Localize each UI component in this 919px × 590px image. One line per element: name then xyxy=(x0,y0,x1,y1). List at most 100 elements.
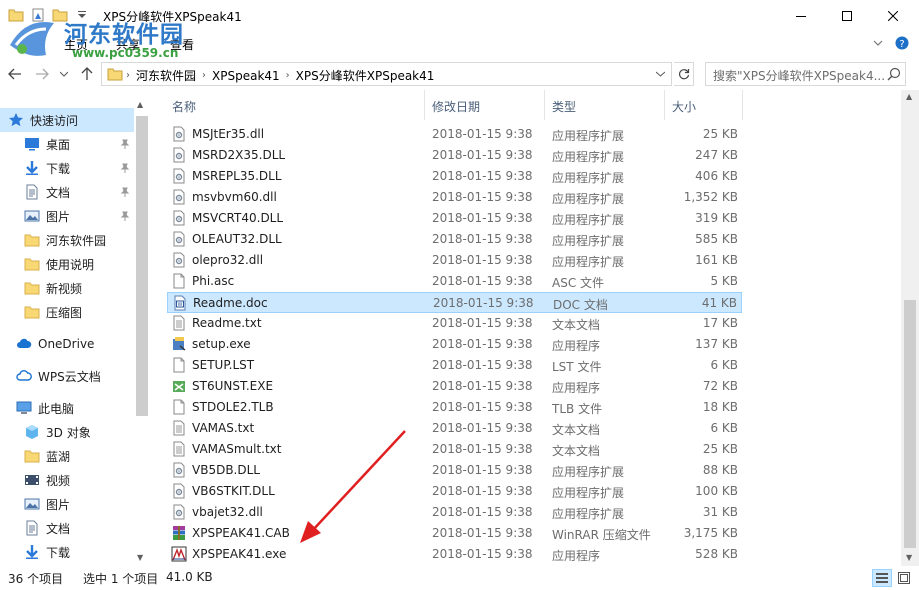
scrollbar-thumb[interactable] xyxy=(136,116,148,416)
column-header-type[interactable]: 类型 xyxy=(552,98,576,115)
file-date: 2018-01-15 9:38 xyxy=(432,442,533,456)
nav-item[interactable]: 文档 xyxy=(0,516,134,540)
file-row[interactable]: MSJtEr35.dll 2018-01-15 9:38 应用程序扩展 25 KB xyxy=(167,124,742,145)
chevron-down-icon[interactable] xyxy=(873,39,883,47)
tab-share[interactable]: 共享 xyxy=(116,36,140,53)
scroll-down-icon[interactable]: ▼ xyxy=(137,553,143,562)
nav-item[interactable]: 图片 xyxy=(0,204,134,228)
scroll-up-icon[interactable]: ▲ xyxy=(137,100,143,109)
file-name: Readme.txt xyxy=(192,316,262,330)
file-row[interactable]: olepro32.dll 2018-01-15 9:38 应用程序扩展 161 KB xyxy=(167,250,742,271)
file-row[interactable]: setup.exe 2018-01-15 9:38 应用程序 137 KB xyxy=(167,334,742,355)
file-row[interactable]: VAMASmult.txt 2018-01-15 9:38 文本文档 25 KB xyxy=(167,439,742,460)
breadcrumb-item[interactable]: 河东软件园 xyxy=(136,67,196,84)
nav-item[interactable]: 此电脑 xyxy=(0,396,134,420)
nav-item[interactable]: 视频 xyxy=(0,468,134,492)
search-input[interactable]: 搜索"XPS分峰软件XPSpeak4... xyxy=(705,62,906,86)
minimize-button[interactable] xyxy=(778,0,824,32)
nav-item[interactable]: OneDrive xyxy=(0,332,134,356)
nav-item[interactable]: WPS云文档 xyxy=(0,364,134,388)
tab-view[interactable]: 查看 xyxy=(170,36,194,53)
customize-toolbar-icon[interactable] xyxy=(74,8,90,22)
nav-item[interactable]: 河东软件园 xyxy=(0,228,134,252)
column-divider[interactable] xyxy=(664,90,665,120)
nav-item[interactable]: 压缩图 xyxy=(0,300,134,324)
file-date: 2018-01-15 9:38 xyxy=(432,484,533,498)
file-row[interactable]: XPSPEAK41.CAB 2018-01-15 9:38 WinRAR 压缩文件 3… xyxy=(167,523,742,544)
chevron-right-icon[interactable]: › xyxy=(286,70,290,81)
file-row[interactable]: ST6UNST.EXE 2018-01-15 9:38 应用程序 72 KB xyxy=(167,376,742,397)
search-icon xyxy=(887,67,901,81)
maximize-button[interactable] xyxy=(824,0,870,32)
file-row[interactable]: VAMAS.txt 2018-01-15 9:38 文本文档 6 KB xyxy=(167,418,742,439)
navigation-scrollbar[interactable]: ▲ ▼ xyxy=(134,98,150,566)
file-row[interactable]: vbajet32.dll 2018-01-15 9:38 应用程序扩展 31 KB xyxy=(167,502,742,523)
file-row[interactable]: VB6STKIT.DLL 2018-01-15 9:38 应用程序扩展 100 KB xyxy=(167,481,742,502)
column-header-name[interactable]: 名称 xyxy=(172,98,196,115)
chevron-right-icon[interactable]: › xyxy=(202,70,206,81)
file-row[interactable]: SETUP.LST 2018-01-15 9:38 LST 文件 6 KB xyxy=(167,355,742,376)
file-row[interactable]: W Readme.doc 2018-01-15 9:38 DOC 文档 41 KB xyxy=(167,292,742,313)
nav-item[interactable]: 蓝湖 xyxy=(0,444,134,468)
file-size: 406 KB xyxy=(695,169,738,183)
nav-item-label: 视频 xyxy=(46,473,71,488)
back-button[interactable] xyxy=(6,65,24,83)
file-row[interactable]: msvbvm60.dll 2018-01-15 9:38 应用程序扩展 1,352 K… xyxy=(167,187,742,208)
file-row[interactable]: MSRD2X35.DLL 2018-01-15 9:38 应用程序扩展 247 KB xyxy=(167,145,742,166)
close-button[interactable] xyxy=(870,0,916,32)
address-bar[interactable]: › 河东软件园 › XPSpeak41 › XPS分峰软件XPSpeak41 xyxy=(101,62,672,86)
file-row[interactable]: XPSPEAK41.exe 2018-01-15 9:38 应用程序 528 KB xyxy=(167,544,742,565)
recent-locations-button[interactable] xyxy=(58,65,70,83)
forward-button[interactable] xyxy=(33,65,51,83)
file-row[interactable]: MSVCRT40.DLL 2018-01-15 9:38 应用程序扩展 319 KB xyxy=(167,208,742,229)
dll-icon xyxy=(171,189,187,205)
details-view-button[interactable] xyxy=(872,569,892,587)
up-button[interactable] xyxy=(78,65,96,83)
file-row[interactable]: OLEAUT32.DLL 2018-01-15 9:38 应用程序扩展 585 KB xyxy=(167,229,742,250)
chevron-down-icon xyxy=(60,71,68,77)
column-header-size[interactable]: 大小 xyxy=(672,98,696,115)
file-type: 应用程序扩展 xyxy=(552,234,625,248)
nav-item[interactable]: 新视频 xyxy=(0,276,134,300)
tab-home[interactable]: 主页 xyxy=(64,36,88,53)
window-title: XPS分峰软件XPSpeak41 xyxy=(103,10,242,24)
help-icon[interactable]: ? xyxy=(895,36,909,50)
breadcrumb-item[interactable]: XPSpeak41 xyxy=(212,69,280,83)
nav-item-label: 快速访问 xyxy=(30,113,79,128)
breadcrumb-item[interactable]: XPS分峰软件XPSpeak41 xyxy=(296,67,435,84)
column-divider[interactable] xyxy=(544,90,545,120)
nav-item[interactable]: 图片 xyxy=(0,492,134,516)
column-header-date[interactable]: 修改日期 xyxy=(432,98,480,115)
properties-icon[interactable] xyxy=(30,8,46,22)
file-row[interactable]: Readme.txt 2018-01-15 9:38 文本文档 17 KB xyxy=(167,313,742,334)
nav-item[interactable]: 文档 xyxy=(0,180,134,204)
svg-text:?: ? xyxy=(899,39,904,50)
file-list-scrollbar[interactable]: ▲ ▼ xyxy=(901,90,919,566)
file-date: 2018-01-15 9:38 xyxy=(432,463,533,477)
nav-item[interactable]: 快速访问 xyxy=(0,108,134,132)
maximize-icon xyxy=(842,11,852,21)
new-folder-icon[interactable] xyxy=(52,8,68,22)
scroll-up-icon[interactable]: ▲ xyxy=(906,92,912,101)
scrollbar-thumb[interactable] xyxy=(904,300,916,548)
address-dropdown-button[interactable] xyxy=(649,63,671,85)
column-divider[interactable] xyxy=(742,90,743,120)
document-icon xyxy=(24,520,40,536)
scroll-down-icon[interactable]: ▼ xyxy=(906,553,912,562)
nav-item[interactable]: 使用说明 xyxy=(0,252,134,276)
nav-item[interactable]: 桌面 xyxy=(0,132,134,156)
file-row[interactable]: MSREPL35.DLL 2018-01-15 9:38 应用程序扩展 406 KB xyxy=(167,166,742,187)
nav-item[interactable]: 3D 对象 xyxy=(0,420,134,444)
column-divider[interactable] xyxy=(424,90,425,120)
file-row[interactable]: VB5DB.DLL 2018-01-15 9:38 应用程序扩展 88 KB xyxy=(167,460,742,481)
nav-item[interactable]: 下载 xyxy=(0,540,134,564)
pin-icon xyxy=(120,186,130,200)
file-row[interactable]: STDOLE2.TLB 2018-01-15 9:38 TLB 文件 18 KB xyxy=(167,397,742,418)
refresh-button[interactable] xyxy=(674,62,694,86)
file-row[interactable]: Phi.asc 2018-01-15 9:38 ASC 文件 5 KB xyxy=(167,271,742,292)
download-icon xyxy=(24,160,40,176)
large-icons-view-button[interactable] xyxy=(894,569,914,587)
nav-item[interactable]: 下载 xyxy=(0,156,134,180)
file-type: DOC 文档 xyxy=(553,298,608,312)
file-size: 25 KB xyxy=(702,127,738,141)
